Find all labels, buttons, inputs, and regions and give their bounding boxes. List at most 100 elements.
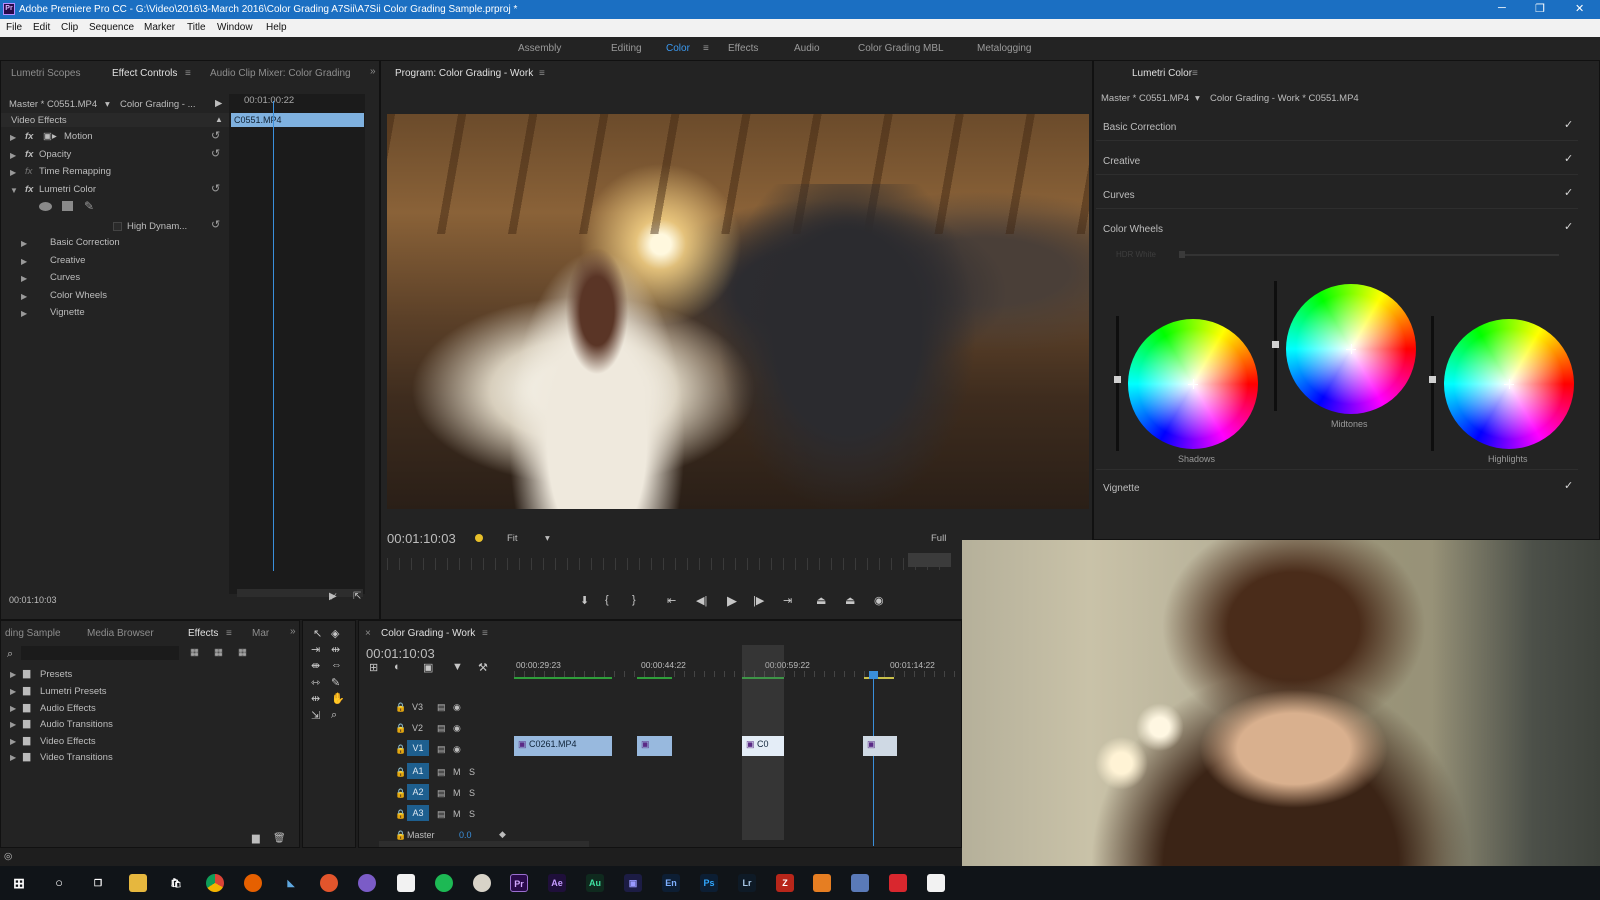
track-tool-icon[interactable]: ⇲: [311, 709, 320, 722]
effect-lumetri-color[interactable]: Lumetri Color: [39, 184, 96, 195]
app-icon[interactable]: [851, 874, 869, 892]
lumetri-creative[interactable]: Creative: [50, 255, 85, 266]
reset-hdr-icon[interactable]: ↺: [211, 218, 220, 231]
task-view-icon[interactable]: ❐: [89, 874, 107, 892]
menu-window[interactable]: Window: [217, 22, 253, 33]
after-effects-taskbar-icon[interactable]: Ae: [548, 874, 566, 892]
section-creative[interactable]: [1096, 143, 1578, 175]
ripple-edit-tool-icon[interactable]: ⇹: [331, 643, 340, 656]
lumetri-basic-correction[interactable]: Basic Correction: [50, 237, 120, 248]
export-frame-icon[interactable]: ◉: [874, 594, 884, 607]
shadows-slider-knob[interactable]: [1114, 376, 1121, 383]
pen-mask-icon[interactable]: ✎: [84, 199, 94, 213]
close-sequence-icon[interactable]: ×: [365, 628, 371, 639]
search-icon[interactable]: ⌕: [7, 648, 13, 661]
more-tabs-icon[interactable]: »: [370, 66, 376, 77]
yuv-effects-icon[interactable]: ▦: [238, 647, 247, 658]
program-time-ruler[interactable]: [387, 558, 947, 570]
folder-video-effects[interactable]: Video Effects: [40, 736, 96, 747]
track-label-v2[interactable]: V2: [412, 723, 423, 733]
expand-icon[interactable]: ▶: [21, 274, 27, 283]
slip-tool-icon[interactable]: ⇿: [311, 676, 320, 689]
expand-icon[interactable]: ▶: [10, 704, 16, 713]
store-icon[interactable]: 🛍: [167, 874, 185, 892]
document-icon[interactable]: [927, 874, 945, 892]
lumetri-master-clip[interactable]: Master * C0551.MP4: [1101, 93, 1189, 104]
add-marker-icon[interactable]: ⬇: [580, 594, 589, 607]
chevron-down-icon[interactable]: ▾: [545, 533, 550, 544]
lock-icon[interactable]: 🔒: [395, 809, 406, 820]
lock-icon[interactable]: 🔒: [395, 788, 406, 799]
media-encoder-icon[interactable]: ▣: [624, 874, 642, 892]
eye-icon[interactable]: ◉: [453, 702, 461, 713]
midtones-slider-knob[interactable]: [1272, 341, 1279, 348]
tab-lumetri-scopes[interactable]: Lumetri Scopes: [11, 68, 80, 79]
fx-icon[interactable]: fx: [25, 131, 33, 142]
current-timecode[interactable]: 00:01:10:03: [9, 595, 57, 605]
sync-lock-icon[interactable]: ▤: [437, 744, 446, 755]
expand-icon[interactable]: ▶: [21, 239, 27, 248]
menu-sequence[interactable]: Sequence: [89, 22, 134, 33]
more-tabs-icon[interactable]: »: [290, 626, 296, 637]
new-bin-icon[interactable]: ▆: [252, 833, 260, 844]
expand-icon[interactable]: ▶: [21, 309, 27, 318]
filter-icon[interactable]: ⇱: [353, 591, 361, 602]
section-curves[interactable]: [1096, 177, 1578, 209]
creative-checkbox[interactable]: ✓: [1564, 152, 1573, 165]
chevron-down-icon[interactable]: ▾: [105, 99, 110, 110]
mini-timeline-clip[interactable]: C0551.MP4: [231, 113, 364, 127]
menu-marker[interactable]: Marker: [144, 22, 175, 33]
photoshop-taskbar-icon[interactable]: Ps: [700, 874, 718, 892]
panel-menu-icon[interactable]: ≡: [226, 628, 232, 639]
lock-icon[interactable]: 🔒: [395, 723, 406, 734]
solo-button[interactable]: S: [469, 788, 475, 798]
menu-help[interactable]: Help: [266, 22, 287, 33]
workspace-editing[interactable]: Editing: [611, 43, 642, 54]
effect-motion[interactable]: Motion: [64, 131, 93, 142]
play-button[interactable]: ▶: [727, 593, 737, 609]
track-label-a2[interactable]: A2: [407, 784, 429, 800]
lumetri-vignette[interactable]: Vignette: [50, 307, 85, 318]
collapse-lumetri-icon[interactable]: ▼: [10, 186, 18, 195]
lumetri-panel-title[interactable]: Lumetri Color: [1132, 68, 1192, 79]
reset-motion-icon[interactable]: ↺: [211, 129, 220, 142]
expand-icon[interactable]: ▶: [21, 257, 27, 266]
lift-icon[interactable]: ⏏: [816, 594, 826, 607]
mute-button[interactable]: M: [453, 809, 461, 819]
origin-icon[interactable]: [320, 874, 338, 892]
maximize-button[interactable]: ❐: [1535, 2, 1545, 15]
expand-time-remapping-icon[interactable]: ▶: [10, 168, 16, 177]
wrench-icon[interactable]: ⚒: [478, 661, 488, 674]
lock-icon[interactable]: 🔒: [395, 744, 406, 755]
expand-icon[interactable]: ▶: [10, 737, 16, 746]
app-icon[interactable]: [889, 874, 907, 892]
fx-icon[interactable]: fx: [25, 149, 33, 160]
go-to-in-icon[interactable]: ⇤: [667, 594, 676, 607]
tab-effects[interactable]: Effects: [188, 628, 218, 639]
playhead-handle[interactable]: [869, 671, 878, 679]
sequence-tab[interactable]: Color Grading - Work: [381, 628, 475, 639]
chat-app-icon[interactable]: [358, 874, 376, 892]
effect-time-remapping[interactable]: Time Remapping: [39, 166, 111, 177]
lumetri-sequence-clip[interactable]: Color Grading - Work * C0551.MP4: [1210, 93, 1359, 104]
steam-icon[interactable]: ◣: [282, 874, 300, 892]
linked-selection-icon[interactable]: ▣: [423, 661, 433, 674]
spotify-icon[interactable]: [435, 874, 453, 892]
lock-icon[interactable]: 🔒: [395, 767, 406, 778]
folder-audio-effects[interactable]: Audio Effects: [40, 703, 96, 714]
hand-tool-icon[interactable]: ✋: [331, 692, 345, 705]
encore-taskbar-icon[interactable]: En: [662, 874, 680, 892]
curves-label[interactable]: Curves: [1103, 190, 1135, 201]
hdr-white-slider[interactable]: [1179, 254, 1559, 256]
mark-out-icon[interactable]: }: [632, 594, 636, 606]
folder-lumetri-presets[interactable]: Lumetri Presets: [40, 686, 107, 697]
highlights-slider[interactable]: [1429, 316, 1436, 451]
tab-markers[interactable]: Mar: [252, 628, 269, 639]
app-icon[interactable]: [813, 874, 831, 892]
workspace-metalogging[interactable]: Metalogging: [977, 43, 1031, 54]
effects-search-input[interactable]: [21, 646, 179, 660]
eye-icon[interactable]: ◉: [453, 744, 461, 755]
section-vignette[interactable]: [1096, 469, 1578, 501]
chevron-down-icon[interactable]: ◆: [499, 829, 506, 840]
tab-media-browser[interactable]: Media Browser: [87, 628, 154, 639]
